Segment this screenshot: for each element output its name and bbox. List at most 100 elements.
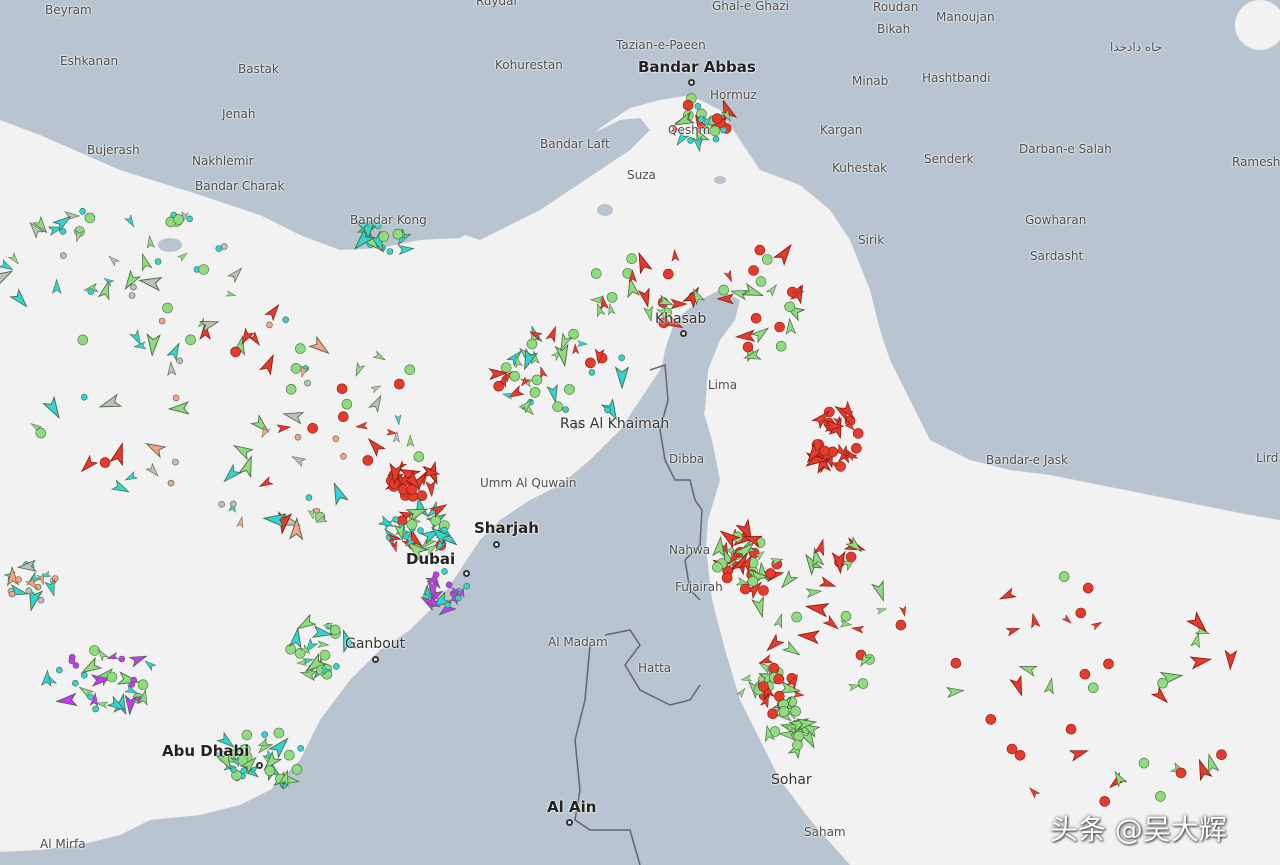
unknown-vessel-marker[interactable]	[172, 458, 179, 466]
tanker-vessel-marker[interactable]	[1075, 607, 1087, 619]
tanker-vessel-marker[interactable]	[585, 357, 596, 369]
cargo-vessel-marker[interactable]	[406, 519, 418, 530]
tanker-vessel-marker[interactable]	[1014, 749, 1026, 761]
cargo-vessel-marker[interactable]	[778, 706, 790, 717]
tug-vessel-marker[interactable]	[333, 663, 340, 670]
cargo-vessel-marker[interactable]	[1155, 791, 1166, 802]
tug-vessel-marker[interactable]	[261, 731, 269, 738]
city-marker-ganbout[interactable]	[372, 656, 379, 663]
tug-vessel-marker[interactable]	[56, 666, 63, 674]
tanker-vessel-marker[interactable]	[765, 568, 776, 579]
tanker-vessel-marker[interactable]	[819, 445, 830, 457]
other-vessel-marker[interactable]	[266, 321, 273, 329]
unknown-vessel-marker[interactable]	[221, 243, 228, 250]
pleasure-vessel-marker[interactable]	[432, 571, 440, 579]
unknown-vessel-marker[interactable]	[59, 252, 67, 259]
tug-vessel-marker[interactable]	[618, 354, 626, 362]
cargo-vessel-marker[interactable]	[319, 649, 331, 661]
cargo-vessel-marker[interactable]	[712, 561, 723, 573]
tug-vessel-marker[interactable]	[79, 208, 86, 215]
cargo-vessel-marker[interactable]	[552, 401, 564, 413]
tug-vessel-marker[interactable]	[72, 679, 79, 687]
tug-vessel-marker[interactable]	[463, 582, 471, 590]
tanker-vessel-marker[interactable]	[393, 378, 405, 390]
tanker-vessel-marker[interactable]	[895, 619, 907, 631]
other-vessel-marker[interactable]	[294, 433, 302, 441]
tug-vessel-marker[interactable]	[392, 516, 399, 523]
cargo-vessel-marker[interactable]	[294, 343, 306, 354]
city-marker-sharjah[interactable]	[493, 541, 500, 548]
cargo-vessel-marker[interactable]	[606, 292, 618, 303]
cargo-vessel-marker[interactable]	[35, 427, 47, 439]
cargo-vessel-marker[interactable]	[509, 370, 521, 382]
tug-vessel-marker[interactable]	[87, 693, 94, 701]
tanker-vessel-marker[interactable]	[406, 484, 418, 496]
tanker-vessel-marker[interactable]	[337, 411, 349, 423]
cargo-vessel-marker[interactable]	[84, 212, 96, 224]
cargo-vessel-marker[interactable]	[1138, 757, 1150, 769]
tanker-vessel-marker[interactable]	[1099, 796, 1110, 807]
tanker-vessel-marker[interactable]	[851, 442, 862, 454]
tug-vessel-marker[interactable]	[59, 228, 67, 235]
cargo-vessel-marker[interactable]	[792, 739, 803, 751]
tug-vessel-marker[interactable]	[441, 526, 448, 534]
tanker-vessel-marker[interactable]	[750, 312, 762, 324]
cargo-vessel-marker[interactable]	[755, 276, 767, 287]
city-marker-bandar-abbas[interactable]	[688, 79, 695, 86]
cargo-vessel-marker[interactable]	[718, 284, 730, 296]
tug-vessel-marker[interactable]	[305, 494, 313, 501]
cargo-vessel-marker[interactable]	[761, 254, 773, 265]
cargo-vessel-marker[interactable]	[89, 645, 100, 656]
cargo-vessel-marker[interactable]	[137, 679, 149, 691]
tanker-vessel-marker[interactable]	[758, 585, 769, 596]
cargo-vessel-marker[interactable]	[793, 730, 805, 742]
unknown-vessel-marker[interactable]	[229, 500, 237, 508]
cargo-vessel-marker[interactable]	[790, 705, 802, 717]
tug-vessel-marker[interactable]	[712, 135, 720, 143]
tanker-vessel-marker[interactable]	[307, 422, 319, 434]
cargo-vessel-marker[interactable]	[291, 764, 303, 775]
city-marker-dubai[interactable]	[463, 570, 470, 577]
tanker-vessel-marker[interactable]	[721, 572, 733, 584]
tanker-vessel-marker[interactable]	[773, 673, 785, 685]
tug-vessel-marker[interactable]	[588, 369, 596, 376]
cargo-vessel-marker[interactable]	[404, 364, 416, 376]
tanker-vessel-marker[interactable]	[1079, 668, 1091, 680]
tanker-vessel-marker[interactable]	[742, 341, 754, 353]
tanker-vessel-marker[interactable]	[230, 346, 241, 358]
tanker-vessel-marker[interactable]	[1216, 749, 1227, 761]
tanker-vessel-marker[interactable]	[985, 714, 997, 725]
cargo-vessel-marker[interactable]	[341, 398, 353, 410]
tug-vessel-marker[interactable]	[386, 248, 394, 255]
unknown-vessel-marker[interactable]	[128, 292, 136, 299]
other-vessel-marker[interactable]	[15, 576, 22, 583]
cargo-vessel-marker[interactable]	[162, 302, 173, 314]
tanker-vessel-marker[interactable]	[1065, 723, 1077, 735]
tug-vessel-marker[interactable]	[92, 705, 99, 713]
cargo-vessel-marker[interactable]	[173, 214, 184, 225]
unknown-vessel-marker[interactable]	[176, 357, 183, 365]
pleasure-vessel-marker[interactable]	[445, 581, 453, 589]
cargo-vessel-marker[interactable]	[106, 671, 118, 683]
tug-vessel-marker[interactable]	[720, 126, 727, 134]
pleasure-vessel-marker[interactable]	[118, 655, 126, 663]
cargo-vessel-marker[interactable]	[709, 125, 721, 137]
cargo-vessel-marker[interactable]	[791, 611, 803, 623]
tanker-vessel-marker[interactable]	[758, 681, 769, 692]
cargo-vessel-marker[interactable]	[564, 384, 575, 395]
cargo-vessel-marker[interactable]	[775, 340, 787, 352]
tug-vessel-marker[interactable]	[282, 316, 290, 324]
tug-vessel-marker[interactable]	[186, 215, 193, 223]
cargo-vessel-marker[interactable]	[590, 268, 602, 279]
cargo-vessel-marker[interactable]	[857, 678, 869, 689]
other-vessel-marker[interactable]	[8, 590, 16, 598]
tug-vessel-marker[interactable]	[240, 767, 248, 775]
marine-traffic-map[interactable]	[0, 0, 1280, 865]
tug-vessel-marker[interactable]	[444, 601, 452, 609]
tanker-vessel-marker[interactable]	[773, 690, 785, 702]
cargo-vessel-marker[interactable]	[747, 575, 759, 587]
tanker-vessel-marker[interactable]	[711, 113, 723, 124]
pleasure-vessel-marker[interactable]	[68, 657, 76, 665]
tanker-vessel-marker[interactable]	[1175, 767, 1187, 779]
tug-vessel-marker[interactable]	[562, 406, 569, 413]
